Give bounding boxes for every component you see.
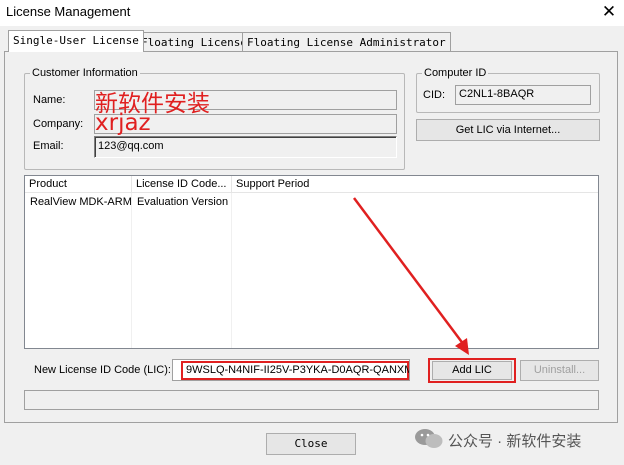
- tab-single-user-license[interactable]: Single-User License: [8, 30, 144, 52]
- wechat-logo-icon: [414, 427, 444, 451]
- watermark-text: 公众号 · 新软件安装: [448, 433, 582, 450]
- red-arrow-annotation: [352, 197, 469, 355]
- close-button[interactable]: Close: [266, 433, 356, 455]
- arrow-shaft: [352, 197, 466, 346]
